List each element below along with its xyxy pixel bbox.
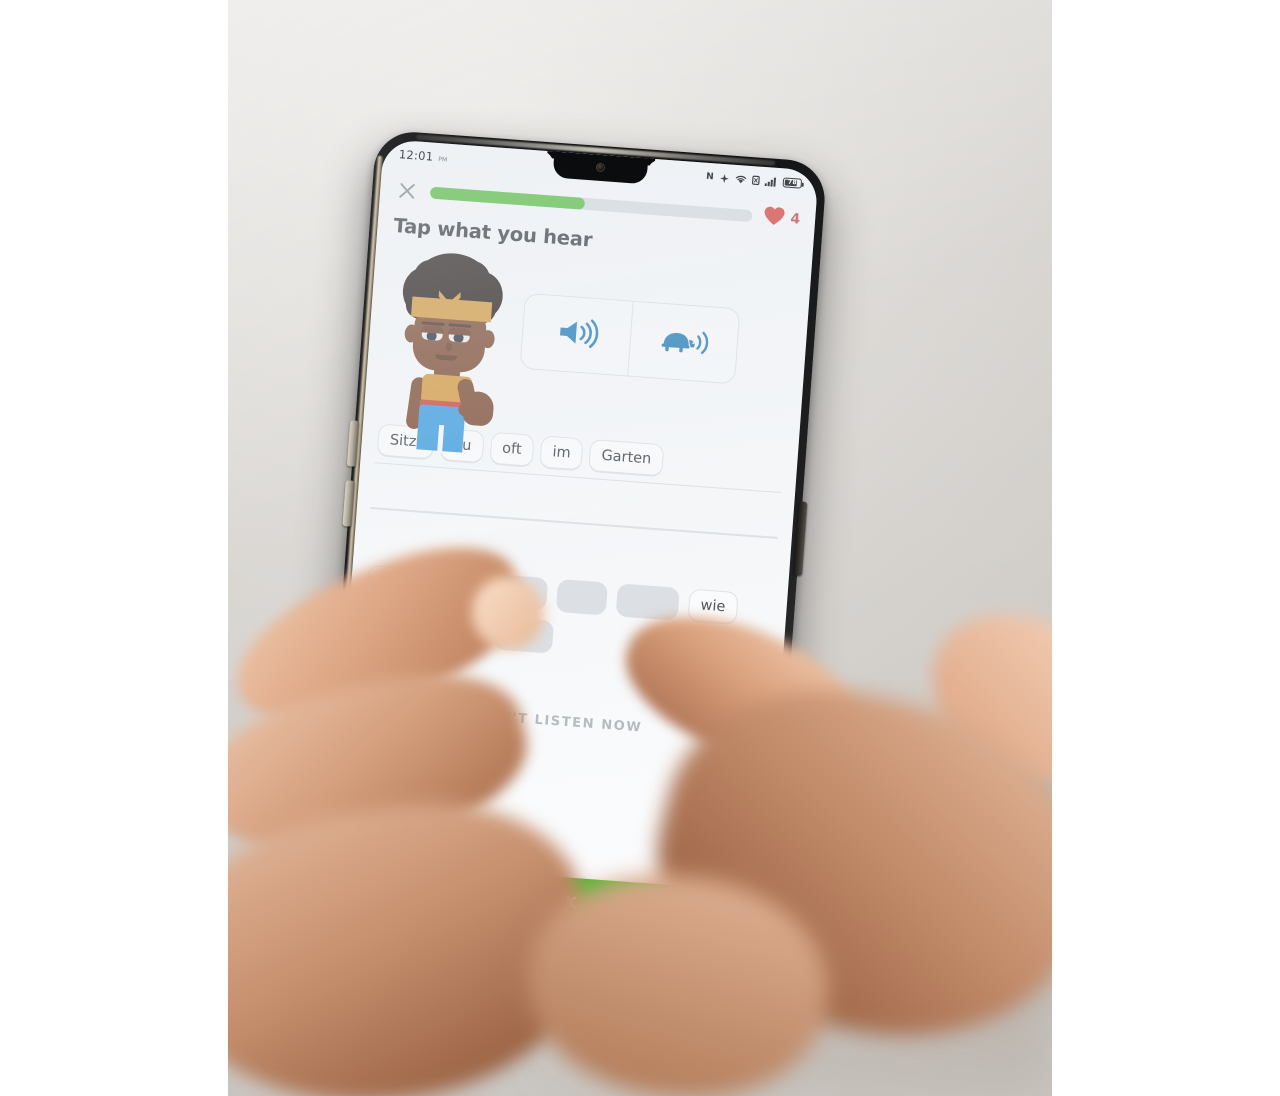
play-audio-slow-button[interactable]	[627, 301, 740, 384]
character-audio-row	[364, 240, 812, 454]
status-clock: 12:01	[398, 147, 434, 164]
answer-tile[interactable]: Garten	[588, 438, 665, 477]
answer-tile[interactable]: im	[539, 434, 584, 471]
status-bar-right: N 78	[705, 171, 803, 189]
word-bank-tile-used	[555, 578, 609, 616]
word-bank-tile-used	[615, 583, 680, 621]
signal-bars-icon	[764, 176, 779, 187]
wifi-icon	[735, 174, 748, 185]
vpn-key-icon	[752, 175, 761, 186]
close-icon[interactable]	[394, 178, 420, 204]
answer-tile[interactable]: oft	[489, 431, 535, 468]
heart-icon	[763, 205, 787, 231]
nose	[445, 342, 453, 352]
speaker-icon	[552, 314, 601, 355]
hearts-count-label: 4	[789, 211, 801, 228]
status-clock-suffix: PM	[437, 156, 448, 164]
battery-icon: 78	[782, 177, 803, 189]
battery-percent-label: 78	[787, 178, 798, 187]
turtle-icon	[657, 323, 711, 363]
hand-right	[462, 390, 495, 427]
status-bar-left: 12:01 PM	[398, 147, 448, 165]
photograph-canvas: 12:01 PM N 78 4 Tap what you hear Sitzt …	[228, 0, 1052, 1096]
nfc-icon: N	[705, 171, 715, 183]
audio-speech-bubble	[519, 292, 741, 385]
duolingo-character-illustration	[386, 245, 516, 454]
play-audio-normal-button[interactable]	[521, 294, 633, 376]
power-button[interactable]	[793, 501, 808, 576]
hearts-indicator[interactable]: 4	[763, 205, 801, 232]
location-icon	[719, 172, 731, 184]
